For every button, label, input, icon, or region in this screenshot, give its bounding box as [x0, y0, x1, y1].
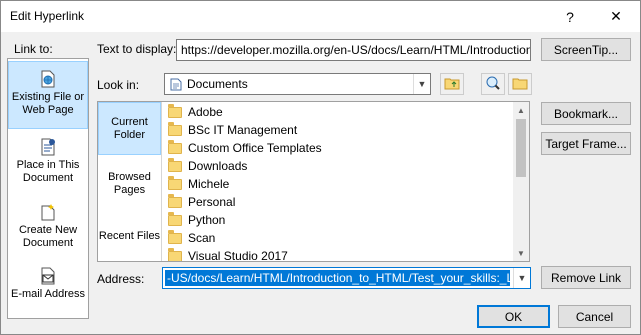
- list-item[interactable]: Downloads: [168, 157, 247, 175]
- window-title: Edit Hyperlink: [10, 9, 85, 23]
- list-item[interactable]: Custom Office Templates: [168, 139, 322, 157]
- chevron-down-icon: ▼: [413, 74, 430, 94]
- address-label: Address:: [97, 272, 145, 286]
- list-item[interactable]: Python: [168, 211, 225, 229]
- folder-icon: [168, 247, 182, 261]
- close-icon: ✕: [610, 8, 622, 24]
- scrollbar-thumb[interactable]: [516, 119, 526, 177]
- folder-icon: [168, 175, 182, 190]
- list-item[interactable]: Visual Studio 2017: [168, 247, 288, 261]
- link-to-existing-file-label: Existing File or Web Page: [11, 91, 85, 116]
- list-item[interactable]: BSc IT Management: [168, 121, 297, 139]
- screentip-button[interactable]: ScreenTip...: [541, 38, 631, 61]
- help-button[interactable]: ?: [547, 1, 593, 32]
- folder-icon: [168, 211, 182, 226]
- file-browser: Current Folder Browsed Pages Recent File…: [97, 101, 530, 262]
- title-bar: Edit Hyperlink ? ✕: [1, 1, 640, 32]
- link-to-place-in-document[interactable]: Place in This Document: [8, 130, 88, 198]
- look-in-label: Look in:: [97, 78, 140, 92]
- list-item[interactable]: Scan: [168, 229, 215, 247]
- scroll-down-icon[interactable]: ▼: [513, 245, 529, 261]
- browse-web-button[interactable]: [481, 73, 505, 95]
- browser-nav: Current Folder Browsed Pages Recent File…: [98, 102, 162, 261]
- text-to-display-label: Text to display:: [97, 42, 177, 56]
- address-input[interactable]: -US/docs/Learn/HTML/Introduction_to_HTML…: [162, 267, 531, 289]
- up-folder-button[interactable]: [440, 73, 464, 95]
- ok-button[interactable]: OK: [477, 305, 550, 328]
- look-in-value: Documents: [187, 77, 248, 91]
- address-value: -US/docs/Learn/HTML/Introduction_to_HTML…: [165, 270, 510, 286]
- nav-current-folder[interactable]: Current Folder: [98, 102, 161, 155]
- remove-link-button[interactable]: Remove Link: [541, 266, 631, 289]
- folder-icon: [168, 121, 182, 136]
- link-to-new-document-label: Create New Document: [18, 224, 78, 249]
- folder-icon: [168, 103, 182, 118]
- globe-page-icon: [40, 70, 56, 88]
- link-to-label: Link to:: [14, 42, 53, 56]
- list-item[interactable]: Adobe: [168, 103, 223, 121]
- browse-web-icon: [485, 75, 501, 94]
- close-button[interactable]: ✕: [593, 1, 639, 32]
- help-icon: ?: [566, 8, 574, 25]
- document-place-icon: [40, 138, 56, 156]
- target-frame-button[interactable]: Target Frame...: [541, 132, 631, 155]
- link-to-panel: Existing File or Web Page Place in This …: [7, 58, 89, 319]
- chevron-down-icon: ▼: [513, 268, 530, 288]
- look-in-select[interactable]: Documents ▼: [164, 73, 431, 95]
- file-list: Adobe BSc IT Management Custom Office Te…: [164, 102, 514, 261]
- nav-recent-files[interactable]: Recent Files: [98, 210, 161, 263]
- list-item[interactable]: Personal: [168, 193, 235, 211]
- folder-icon: [168, 229, 182, 244]
- link-to-existing-file[interactable]: Existing File or Web Page: [8, 61, 88, 129]
- nav-browsed-pages[interactable]: Browsed Pages: [98, 157, 161, 210]
- documents-folder-icon: [170, 78, 182, 94]
- link-to-place-label: Place in This Document: [16, 159, 80, 184]
- folder-icon: [168, 157, 182, 172]
- folder-icon: [168, 139, 182, 154]
- file-list-scrollbar[interactable]: ▲ ▼: [513, 102, 529, 261]
- link-to-new-document[interactable]: Create New Document: [8, 195, 88, 263]
- folder-up-icon: [444, 76, 460, 93]
- edit-hyperlink-dialog: Edit Hyperlink ? ✕ Link to: Existing Fil…: [0, 0, 641, 335]
- link-to-email[interactable]: E-mail Address: [8, 259, 88, 327]
- new-document-icon: [40, 203, 56, 221]
- folder-icon: [168, 193, 182, 208]
- scroll-up-icon[interactable]: ▲: [513, 102, 529, 118]
- list-item[interactable]: Michele: [168, 175, 229, 193]
- bookmark-button[interactable]: Bookmark...: [541, 102, 631, 125]
- link-to-email-label: E-mail Address: [11, 288, 85, 300]
- open-folder-icon: [512, 76, 528, 93]
- browse-file-button[interactable]: [508, 73, 532, 95]
- cancel-button[interactable]: Cancel: [558, 305, 631, 328]
- text-to-display-input[interactable]: https://developer.mozilla.org/en-US/docs…: [176, 39, 531, 61]
- email-icon: [40, 267, 56, 285]
